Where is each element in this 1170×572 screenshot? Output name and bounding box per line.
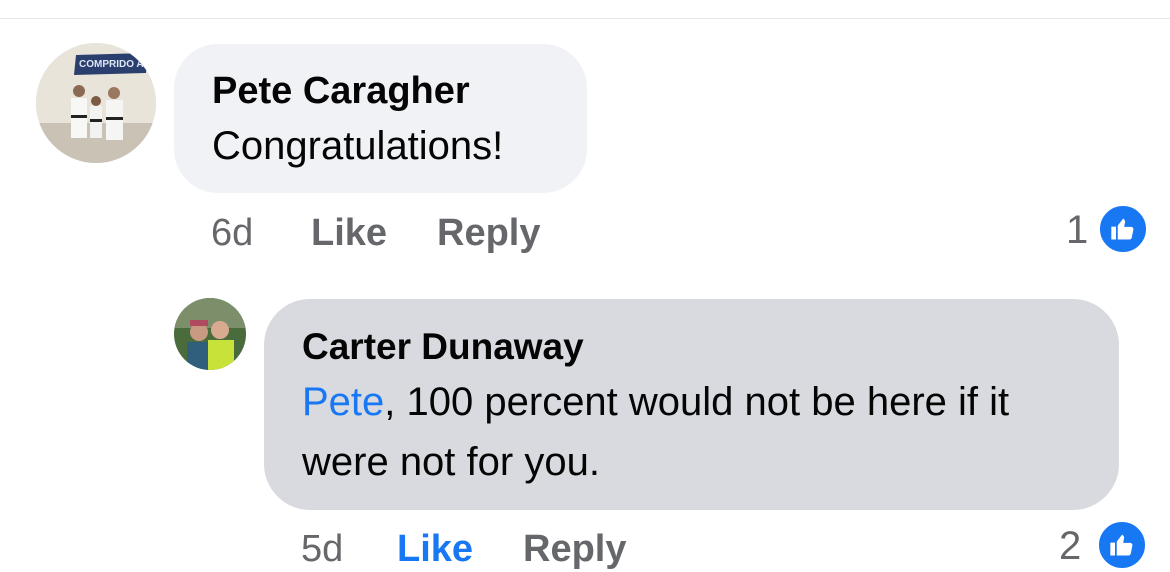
avatar[interactable]: COMPRIDO Academy [36, 43, 156, 163]
reaction-count[interactable]: 1 [1066, 208, 1088, 253]
reply-button[interactable]: Reply [437, 212, 540, 255]
thumbs-up-icon[interactable] [1097, 203, 1149, 255]
top-divider [0, 18, 1170, 19]
reaction-count[interactable]: 2 [1059, 524, 1081, 569]
comment-author[interactable]: Carter Dunaway [302, 326, 584, 368]
avatar-photo [174, 298, 246, 370]
comment-timestamp[interactable]: 5d [301, 528, 343, 571]
comment-text: Congratulations! [212, 124, 504, 168]
avatar-sign-text: COMPRIDO Academy [79, 59, 156, 70]
comment-author[interactable]: Pete Caragher [212, 70, 470, 113]
comment-body: , 100 percent would not be here if it we… [302, 380, 1010, 484]
comment-timestamp[interactable]: 6d [211, 212, 253, 255]
reply-button[interactable]: Reply [523, 528, 626, 571]
mention-link[interactable]: Pete [302, 380, 384, 424]
comment-text: Pete, 100 percent would not be here if i… [302, 372, 1102, 492]
avatar-photo: COMPRIDO Academy [36, 43, 156, 163]
like-button[interactable]: Like [311, 212, 387, 255]
avatar[interactable] [174, 298, 246, 370]
like-button[interactable]: Like [397, 528, 473, 571]
thumbs-up-icon[interactable] [1096, 519, 1148, 571]
